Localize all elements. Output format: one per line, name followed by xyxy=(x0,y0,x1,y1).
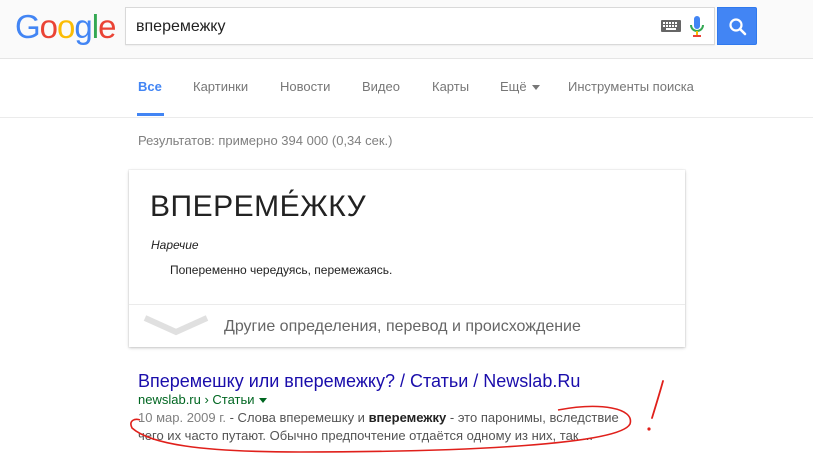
tab-more-label: Ещё xyxy=(500,79,527,94)
logo-letter: o xyxy=(39,8,58,45)
search-button[interactable] xyxy=(717,7,757,45)
header-bar: Google xyxy=(0,0,813,59)
logo-letter: o xyxy=(57,8,75,45)
tab-news[interactable]: Новости xyxy=(280,79,330,94)
logo-letter: G xyxy=(15,8,41,45)
tab-more[interactable]: Ещё xyxy=(500,79,540,94)
dictionary-word: ВПЕРЕМЕ́ЖКУ xyxy=(150,190,367,223)
result-title-link[interactable]: Вперемешку или вперемежку? / Статьи / Ne… xyxy=(138,371,580,392)
snippet-highlight: вперемежку xyxy=(368,410,447,425)
tab-search-tools[interactable]: Инструменты поиска xyxy=(568,79,694,94)
keyboard-icon[interactable] xyxy=(661,20,681,32)
snippet-text: - Слова вперемешку и xyxy=(226,410,369,425)
active-tab-indicator xyxy=(137,113,164,116)
logo-letter: g xyxy=(74,8,92,45)
tab-videos[interactable]: Видео xyxy=(362,79,400,94)
tab-maps[interactable]: Карты xyxy=(432,79,469,94)
result-url-text: newslab.ru › Статьи xyxy=(138,392,255,407)
result-stats: Результатов: примерно 394 000 (0,34 сек.… xyxy=(138,133,393,148)
more-definitions-label: Другие определения, перевод и происхожде… xyxy=(224,318,581,335)
chevron-down-icon xyxy=(143,315,209,336)
mic-icon[interactable] xyxy=(690,16,704,38)
logo-letter: e xyxy=(98,8,116,45)
caret-down-icon[interactable] xyxy=(258,398,267,404)
search-input[interactable] xyxy=(136,17,636,37)
dictionary-card: ВПЕРЕМЕ́ЖКУ Наречие Попеременно чередуяс… xyxy=(129,170,685,347)
result-snippet: 10 мар. 2009 г. - Слова вперемешку и впе… xyxy=(138,409,638,445)
tab-images[interactable]: Картинки xyxy=(193,79,248,94)
google-logo[interactable]: Google xyxy=(15,8,116,46)
snippet-date: 10 мар. 2009 г. xyxy=(138,410,226,425)
part-of-speech: Наречие xyxy=(151,238,199,252)
search-box xyxy=(125,7,715,45)
search-icon xyxy=(729,18,747,36)
tab-all[interactable]: Все xyxy=(138,79,162,94)
search-tabs: Все Картинки Новости Видео Карты Ещё Инс… xyxy=(0,59,813,118)
definition-text: Попеременно чередуясь, перемежаясь. xyxy=(170,263,393,277)
result-url: newslab.ru › Статьи xyxy=(138,392,267,407)
more-definitions-button[interactable]: Другие определения, перевод и происхожде… xyxy=(129,305,685,347)
caret-down-icon xyxy=(531,85,540,91)
